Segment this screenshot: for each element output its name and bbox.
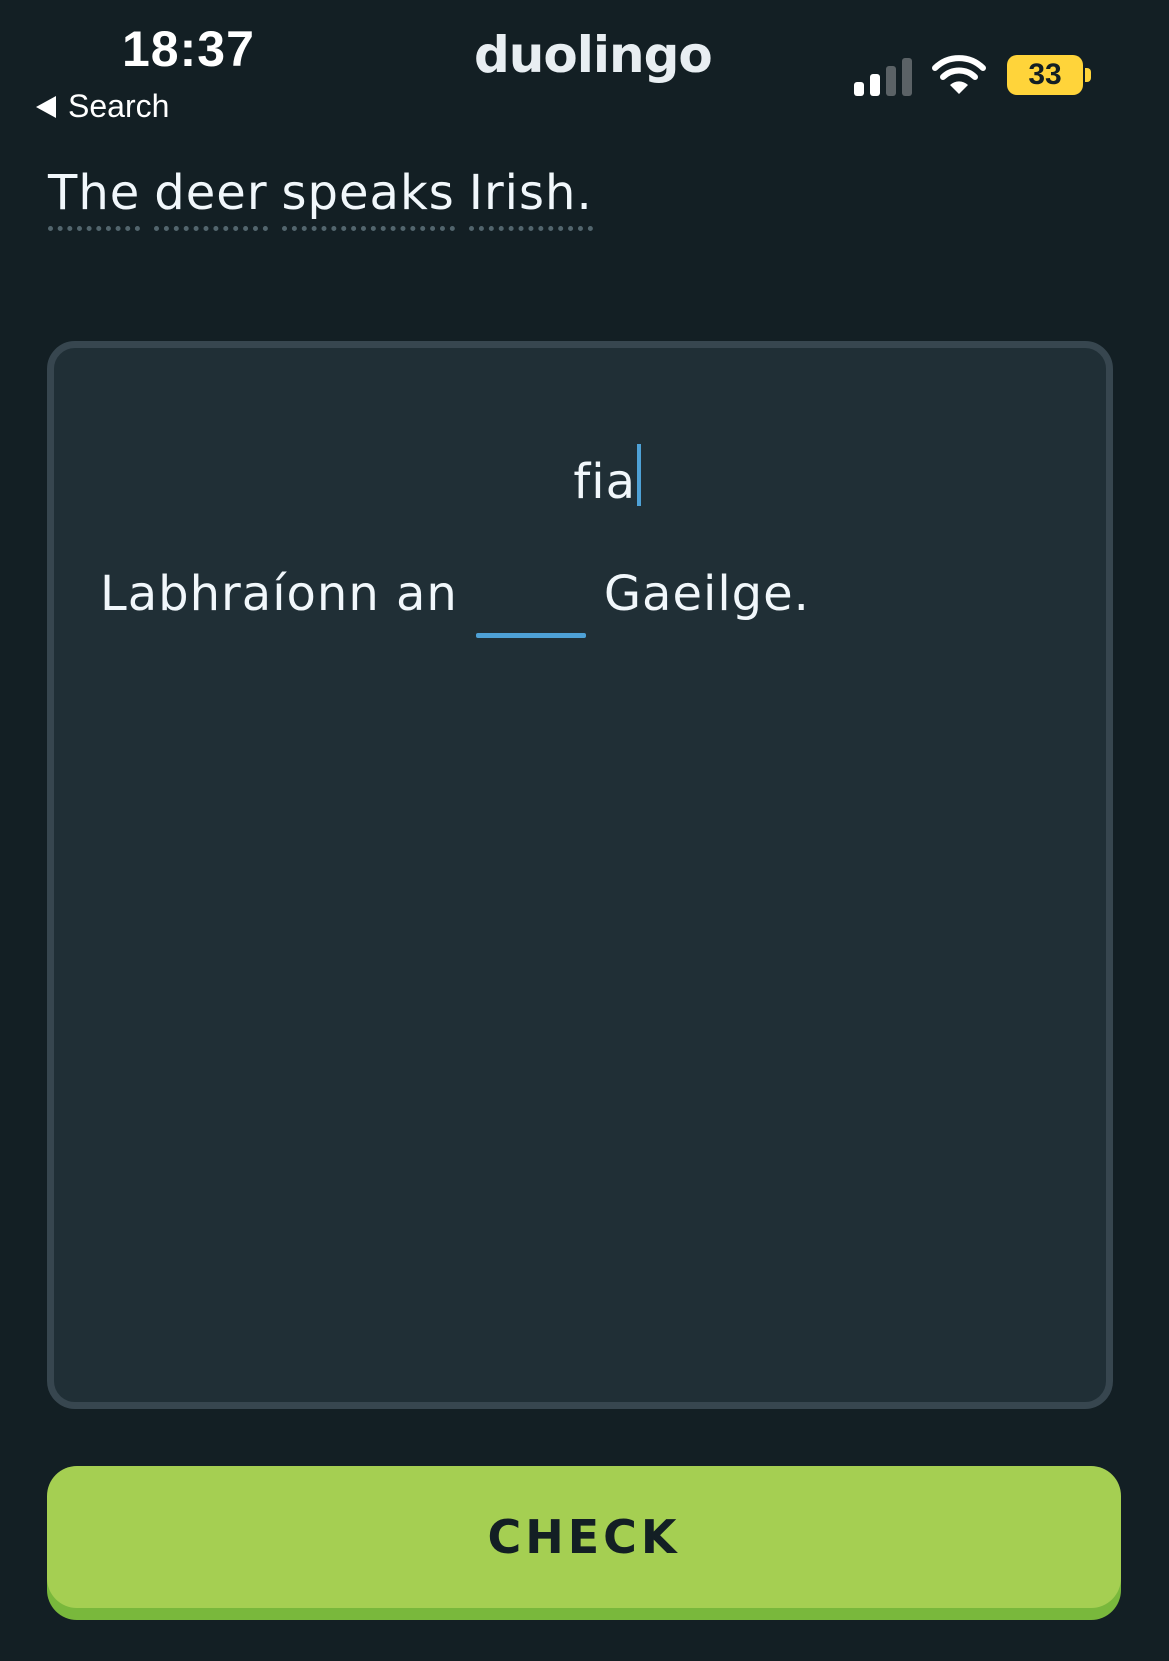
status-bar: 18:37 Search duolingo 33 xyxy=(0,0,1169,140)
battery-level: 33 xyxy=(1028,58,1062,91)
signal-bar-4 xyxy=(902,58,912,96)
signal-bar-1 xyxy=(854,82,864,96)
signal-bar-2 xyxy=(870,74,880,96)
back-arrow-icon xyxy=(36,95,56,118)
answer-sentence: Labhraíonn an fia Gaeilge. xyxy=(100,388,810,638)
check-button[interactable]: CHECK xyxy=(47,1466,1121,1608)
clock: 18:37 xyxy=(122,21,255,77)
wifi-icon xyxy=(932,55,986,94)
prompt-word[interactable]: speaks xyxy=(281,168,455,232)
fill-in-blank-input[interactable]: fia xyxy=(475,388,642,638)
blank-underline xyxy=(475,633,586,638)
app-title: duolingo xyxy=(474,26,713,84)
blank-typed-text: fia xyxy=(573,454,637,510)
battery-cap-icon xyxy=(1085,68,1091,82)
text-cursor xyxy=(637,444,642,506)
signal-bar-3 xyxy=(886,66,896,96)
back-to-search-link[interactable]: Search xyxy=(36,88,169,125)
prompt-sentence: The deer speaks Irish. xyxy=(48,168,593,232)
cellular-signal-icon xyxy=(854,58,912,96)
battery-indicator: 33 xyxy=(1007,55,1083,95)
prompt-word[interactable]: Irish. xyxy=(468,168,593,232)
answer-text-before-blank: Labhraíonn an xyxy=(100,566,458,622)
answer-text-after-blank: Gaeilge. xyxy=(603,566,810,622)
answer-text-area[interactable]: Labhraíonn an fia Gaeilge. xyxy=(47,341,1113,1409)
prompt-word[interactable]: The xyxy=(48,168,141,232)
back-link-label: Search xyxy=(68,88,170,124)
prompt-word[interactable]: deer xyxy=(154,168,268,232)
